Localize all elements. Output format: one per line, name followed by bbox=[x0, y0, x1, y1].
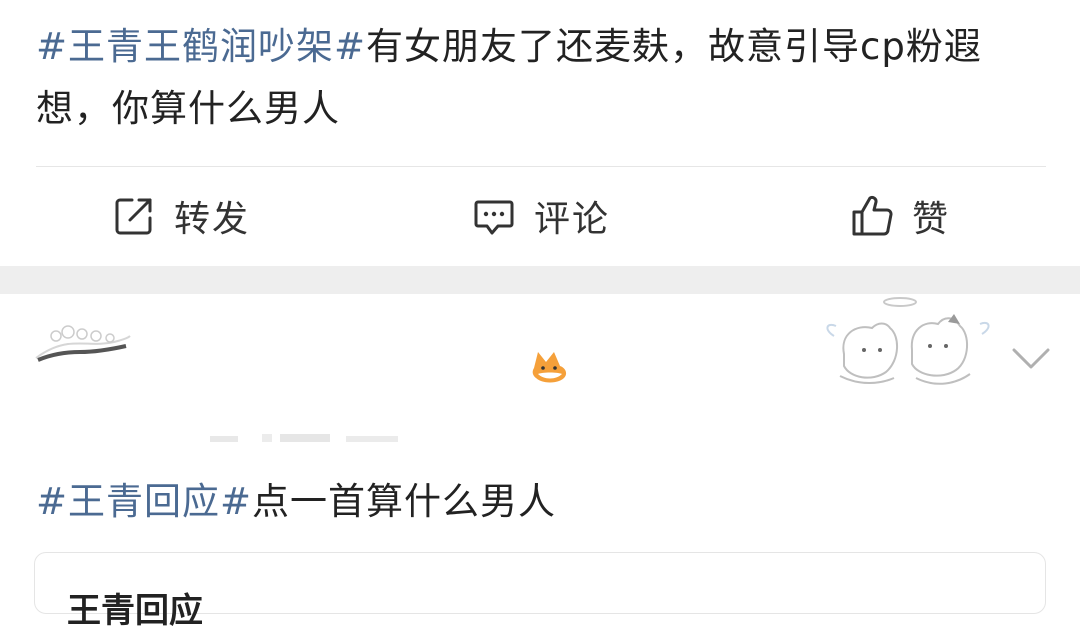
weibo-post-2: #王青回应#点一首算什么男人 王青回应 bbox=[0, 294, 1080, 631]
feed-separator bbox=[0, 266, 1080, 294]
post-2-hashtag[interactable]: #王青回应# bbox=[36, 480, 252, 523]
like-button[interactable]: 赞 bbox=[850, 193, 951, 240]
quoted-post-title: 王青回应 bbox=[67, 591, 203, 631]
repost-label: 转发 bbox=[174, 199, 251, 240]
chevron-down-icon[interactable] bbox=[1010, 344, 1052, 374]
post-2-text: 点一首算什么男人 bbox=[252, 480, 557, 523]
quoted-post-card[interactable]: 王青回应 bbox=[34, 552, 1046, 631]
weibo-post-1: #王青王鹤润吵架#有女朋友了还麦麸，故意引导cp粉遐想，你算什么男人 转发 评论 bbox=[0, 0, 1080, 266]
comment-label: 评论 bbox=[534, 199, 611, 240]
comment-button[interactable]: 评论 bbox=[472, 193, 611, 240]
faint-text-fragment bbox=[210, 434, 398, 442]
cats-pendant-decoration bbox=[826, 297, 990, 385]
post-1-body: #王青王鹤润吵架#有女朋友了还麦麸，故意引导cp粉遐想，你算什么男人 bbox=[36, 16, 1046, 140]
comment-bubble-icon bbox=[474, 200, 514, 235]
post-2-body: #王青回应#点一首算什么男人 bbox=[36, 474, 556, 530]
avatar-frame-decoration bbox=[35, 325, 131, 362]
repost-button[interactable]: 转发 bbox=[112, 193, 251, 240]
like-label: 赞 bbox=[912, 199, 951, 240]
post-1-hashtag[interactable]: #王青王鹤润吵架# bbox=[36, 25, 366, 68]
post-1-action-bar: 转发 评论 赞 bbox=[0, 167, 1080, 266]
fox-emoji-icon bbox=[532, 352, 567, 383]
thumbs-up-icon bbox=[852, 195, 893, 236]
share-out-icon bbox=[115, 198, 152, 235]
